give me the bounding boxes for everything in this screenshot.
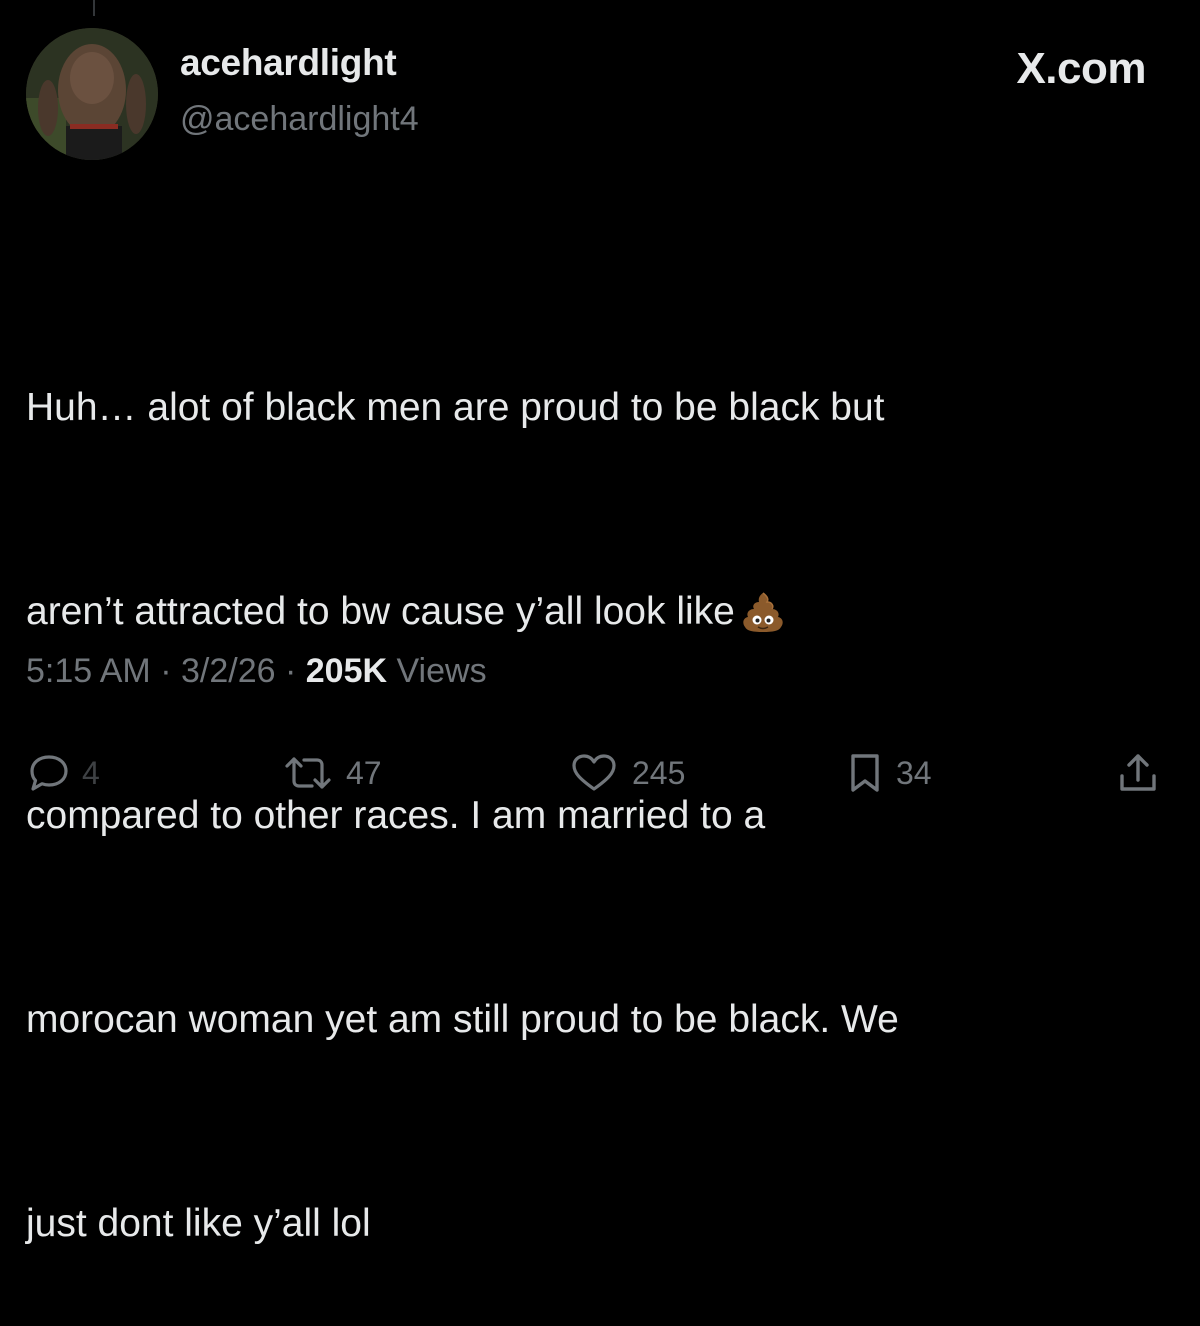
reply-count: 4 xyxy=(82,754,100,791)
bookmark-button[interactable]: 34 xyxy=(848,748,932,798)
tweet-text-line: Huh… alot of black men are proud to be b… xyxy=(26,386,885,429)
tweet-text-segment: aren’t attracted to bw cause y’all look … xyxy=(26,590,735,633)
meta-separator: · xyxy=(160,652,172,690)
tweet-time[interactable]: 5:15 AM xyxy=(26,652,151,690)
action-bar: 4 47 245 34 xyxy=(0,748,1200,798)
tweet-text-line: morocan woman yet am still proud to be b… xyxy=(26,998,899,1041)
tweet-meta: 5:15 AM · 3/2/26 · 205K Views xyxy=(26,652,487,691)
x-logo: X.com xyxy=(1016,44,1146,93)
user-handle[interactable]: @acehardlight4 xyxy=(180,100,419,139)
share-button[interactable] xyxy=(1118,748,1158,798)
pile-of-poo-emoji-icon xyxy=(741,588,785,632)
thread-connector-line xyxy=(93,0,95,16)
repost-button[interactable]: 47 xyxy=(284,748,382,798)
reply-button[interactable]: 4 xyxy=(28,748,100,798)
share-icon xyxy=(1118,752,1158,794)
views-count[interactable]: 205K xyxy=(306,652,387,690)
tweet-date[interactable]: 3/2/26 xyxy=(181,652,276,690)
repost-count: 47 xyxy=(346,754,382,791)
display-name[interactable]: acehardlight xyxy=(180,42,397,84)
tweet-text-line: just dont like y’all lol xyxy=(26,1202,371,1245)
avatar[interactable] xyxy=(26,28,158,160)
heart-icon xyxy=(570,753,618,793)
tweet-text-line: aren’t attracted to bw cause y’all look … xyxy=(26,578,1176,646)
bookmark-icon xyxy=(848,752,882,794)
views-label: Views xyxy=(396,652,487,690)
like-count: 245 xyxy=(632,754,686,791)
like-button[interactable]: 245 xyxy=(570,748,685,798)
reply-icon xyxy=(28,753,70,793)
repost-icon xyxy=(284,753,332,793)
bookmark-count: 34 xyxy=(896,754,932,791)
meta-separator: · xyxy=(284,652,297,690)
